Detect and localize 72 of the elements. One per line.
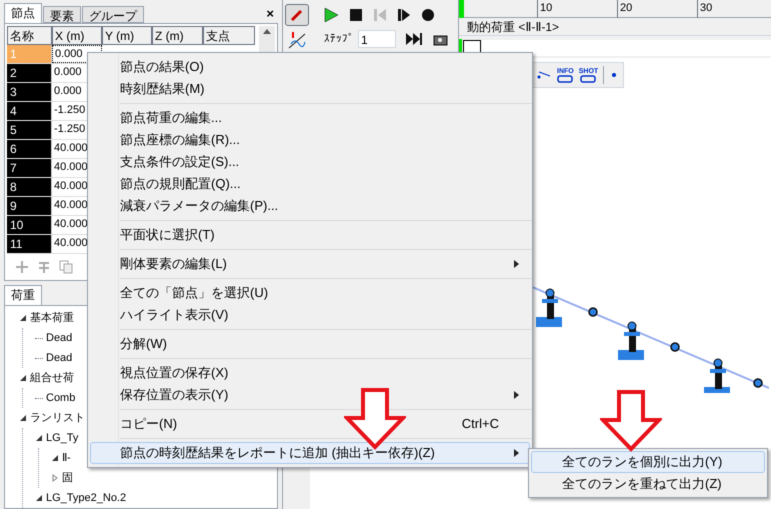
table-cell-text: 40.000 — [53, 236, 89, 251]
column-header[interactable]: Y (m) — [102, 26, 152, 45]
tree-item[interactable]: LG_Type2_No.2 — [46, 490, 126, 506]
menu-item[interactable]: 全てのランを重ねて出力(Z) — [531, 473, 765, 495]
tree-item[interactable]: 固 — [62, 470, 73, 486]
menu-item[interactable]: 節点の時刻歴結果をレポートに追加 (抽出キー依存)(Z) — [90, 442, 530, 464]
row-header[interactable]: 4 — [7, 102, 52, 120]
column-header[interactable]: 名称 — [7, 26, 52, 45]
row-header[interactable]: 6 — [7, 140, 52, 158]
table-cell-text: 0.000 — [53, 84, 83, 99]
tree-item[interactable]: Comb — [46, 390, 76, 406]
row-header[interactable]: 11 — [7, 235, 52, 253]
table-cell-text: 40.000 — [53, 198, 89, 213]
play-icon[interactable] — [324, 8, 338, 22]
panel-tab[interactable]: 節点 — [4, 3, 42, 23]
tick-label: 30 — [697, 0, 712, 18]
tree-item[interactable]: Dead — [46, 330, 72, 346]
column-header[interactable]: Z (m) — [152, 26, 203, 45]
tree-item[interactable]: ランリスト — [30, 410, 85, 426]
shortcut-label: Ctrl+C — [462, 415, 499, 434]
tree-item[interactable]: 基本荷重 — [30, 310, 74, 326]
table-cell-text: 40.000 — [53, 160, 89, 175]
tree-item[interactable]: LG_Ty — [46, 430, 78, 446]
submenu-arrow-icon — [514, 449, 519, 457]
close-button[interactable]: × — [266, 4, 278, 23]
table-cell-text: 40.000 — [53, 179, 89, 194]
expanded-triangle-icon[interactable] — [51, 454, 59, 462]
panel-tab[interactable]: グループ — [82, 6, 144, 23]
record-icon[interactable] — [422, 9, 434, 21]
edit-tool-button[interactable] — [284, 4, 308, 26]
step-label: ｽﾃｯﾌﾟ — [324, 32, 354, 47]
step-forward-icon[interactable] — [398, 9, 410, 21]
tick-label: 10 — [537, 0, 552, 18]
expanded-triangle-icon[interactable] — [19, 314, 27, 322]
row-header[interactable]: 5 — [7, 121, 52, 139]
row-header[interactable]: 8 — [7, 178, 52, 196]
pointer-arrow-icon[interactable] — [536, 70, 552, 80]
table-cell-text: 0.000 — [53, 65, 83, 80]
panel-tab[interactable]: 荷重 — [4, 285, 42, 305]
track-label: 動的荷重 <Ⅱ-Ⅱ-1> — [467, 18, 560, 36]
submenu-arrow-icon — [514, 391, 519, 399]
table-cell-text: 40.000 — [53, 141, 89, 156]
row-header[interactable]: 2 — [7, 64, 52, 82]
column-header[interactable]: X (m) — [52, 26, 102, 45]
row-header[interactable]: 10 — [7, 216, 52, 234]
expanded-triangle-icon[interactable] — [19, 414, 27, 422]
skip-to-end-icon[interactable] — [406, 33, 422, 45]
column-header[interactable]: 支点 — [203, 26, 255, 45]
down-arrow-icon — [600, 390, 662, 452]
step-input[interactable]: 1 — [358, 30, 396, 48]
tick-label: 20 — [617, 0, 632, 18]
tree-item[interactable]: Dead — [46, 350, 72, 366]
table-cell-text: 40.000 — [53, 217, 89, 232]
graph-line-icon[interactable] — [286, 32, 306, 50]
timeline-ruler[interactable]: 10 20 30 — [459, 0, 771, 18]
collapsed-triangle-icon[interactable] — [51, 474, 59, 482]
panel-tab[interactable]: 要素 — [43, 6, 81, 23]
row-header[interactable]: 7 — [7, 159, 52, 177]
table-cell-text: -1.250 — [53, 103, 86, 118]
row-header[interactable]: 3 — [7, 83, 52, 101]
table-cell-text: -1.250 — [53, 122, 86, 137]
time-marker[interactable] — [459, 0, 464, 18]
expanded-triangle-icon[interactable] — [19, 374, 27, 382]
expanded-triangle-icon[interactable] — [35, 494, 43, 502]
tree-item[interactable]: Ⅱ- — [62, 450, 71, 466]
submenu-arrow-icon — [514, 260, 519, 268]
pencil-icon — [290, 8, 304, 22]
row-header[interactable]: 9 — [7, 197, 52, 215]
expanded-triangle-icon[interactable] — [35, 434, 43, 442]
tree-item[interactable]: 組合せ荷 — [30, 370, 74, 386]
menu-item[interactable]: 全てのランを個別に出力(Y) — [531, 451, 765, 473]
scroll-up-icon[interactable] — [263, 29, 271, 34]
